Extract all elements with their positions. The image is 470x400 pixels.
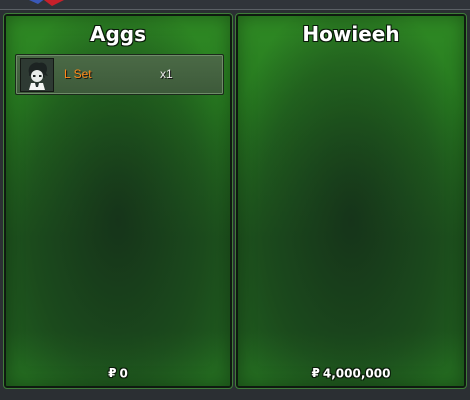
left-offer-panel: Aggs L Set x1 ₽0 — [3, 13, 233, 389]
currency-icon: ₽ — [108, 366, 117, 380]
right-money-offer: ₽4,000,000 — [238, 366, 464, 380]
corner-decoration-icon — [29, 0, 64, 6]
right-offer-panel: Howieeh ₽4,000,000 — [235, 13, 467, 389]
offered-item-row[interactable]: L Set x1 — [15, 54, 224, 95]
currency-icon: ₽ — [311, 366, 320, 380]
left-money-value: 0 — [119, 366, 128, 380]
item-name: L Set — [64, 67, 92, 81]
right-player-name: Howieeh — [302, 22, 400, 46]
window-top-bar — [0, 0, 470, 10]
trade-window: Aggs L Set x1 ₽0 Howieeh ₽ 4,000,000 — [0, 0, 470, 400]
character-avatar-icon — [20, 58, 54, 92]
left-player-name: Aggs — [89, 22, 146, 46]
left-money-offer: ₽0 — [6, 366, 230, 380]
item-quantity: x1 — [160, 67, 173, 81]
right-money-value: 4,000,000 — [322, 366, 391, 380]
